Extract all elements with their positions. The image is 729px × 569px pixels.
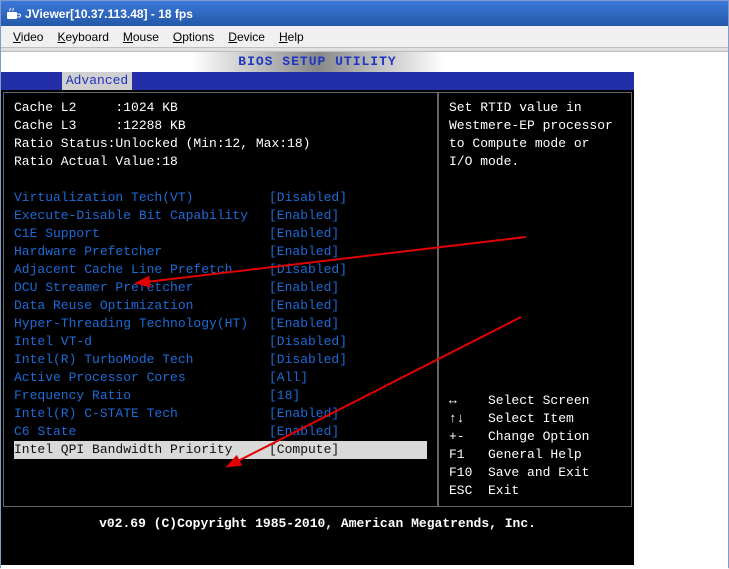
setting-value: [All] — [269, 369, 308, 387]
setting-value: [Enabled] — [269, 279, 339, 297]
setting-label: Virtualization Tech(VT) — [14, 189, 269, 207]
setting-value: [Compute] — [269, 441, 339, 459]
setting-row[interactable]: Frequency Ratio[18] — [14, 387, 427, 405]
setting-label: Adjacent Cache Line Prefetch — [14, 261, 269, 279]
setting-value: [Enabled] — [269, 423, 339, 441]
tab-advanced[interactable]: Advanced — [62, 72, 132, 90]
menu-bar: Video Keyboard Mouse Options Device Help — [1, 26, 728, 48]
bios-title: BIOS SETUP UTILITY — [1, 52, 634, 72]
setting-row[interactable]: DCU Streamer Prefetcher[Enabled] — [14, 279, 427, 297]
setting-value: [Enabled] — [269, 225, 339, 243]
setting-value: [Disabled] — [269, 189, 347, 207]
setting-label: Hardware Prefetcher — [14, 243, 269, 261]
setting-row[interactable]: Hardware Prefetcher[Enabled] — [14, 243, 427, 261]
bios-tabs[interactable]: Main Advanced — [1, 72, 634, 90]
setting-value: [Enabled] — [269, 243, 339, 261]
setting-label: Intel QPI Bandwidth Priority — [14, 441, 269, 459]
setting-value: [Disabled] — [269, 261, 347, 279]
setting-row[interactable]: Execute-Disable Bit Capability[Enabled] — [14, 207, 427, 225]
setting-row[interactable]: Hyper-Threading Technology(HT)[Enabled] — [14, 315, 427, 333]
setting-label: Data Reuse Optimization — [14, 297, 269, 315]
menu-help[interactable]: Help — [273, 29, 310, 45]
setting-row[interactable]: Virtualization Tech(VT)[Disabled] — [14, 189, 427, 207]
setting-label: Active Processor Cores — [14, 369, 269, 387]
window-titlebar: JViewer[10.37.113.48] - 18 fps — [1, 1, 728, 26]
nav-select-item: ↑↓ Select Item — [449, 410, 621, 428]
bios-footer: v02.69 (C)Copyright 1985-2010, American … — [1, 509, 634, 539]
setting-label: Intel VT-d — [14, 333, 269, 351]
help-line: Set RTID value in — [449, 99, 621, 117]
setting-label: C1E Support — [14, 225, 269, 243]
setting-row[interactable]: Intel(R) C-STATE Tech[Enabled] — [14, 405, 427, 423]
setting-row[interactable]: Adjacent Cache Line Prefetch[Disabled] — [14, 261, 427, 279]
setting-row[interactable]: Data Reuse Optimization[Enabled] — [14, 297, 427, 315]
setting-value: [Enabled] — [269, 315, 339, 333]
help-line: I/O mode. — [449, 153, 621, 171]
bios-left-pane: Cache L2 :1024 KB Cache L3 :12288 KB Rat… — [4, 93, 439, 506]
help-line: Westmere-EP processor — [449, 117, 621, 135]
setting-row[interactable]: Active Processor Cores[All] — [14, 369, 427, 387]
setting-label: Execute-Disable Bit Capability — [14, 207, 269, 225]
nav-general-help: F1 General Help — [449, 446, 621, 464]
setting-row[interactable]: Intel VT-d[Disabled] — [14, 333, 427, 351]
setting-label: C6 State — [14, 423, 269, 441]
info-cache-l3: Cache L3 :12288 KB — [14, 117, 427, 135]
bios-screen: BIOS SETUP UTILITY Main Advanced Cache L… — [1, 52, 634, 565]
nav-change-option: +- Change Option — [449, 428, 621, 446]
info-ratio-actual: Ratio Actual Value:18 — [14, 153, 427, 171]
setting-value: [18] — [269, 387, 300, 405]
setting-label: DCU Streamer Prefetcher — [14, 279, 269, 297]
setting-label: Hyper-Threading Technology(HT) — [14, 315, 269, 333]
menu-options[interactable]: Options — [167, 29, 220, 45]
setting-value: [Enabled] — [269, 297, 339, 315]
nav-exit: ESC Exit — [449, 482, 621, 500]
nav-select-screen: ↔ Select Screen — [449, 392, 621, 410]
nav-save-exit: F10 Save and Exit — [449, 464, 621, 482]
menu-keyboard[interactable]: Keyboard — [51, 29, 114, 45]
bios-right-pane: Set RTID value in Westmere-EP processor … — [439, 93, 631, 506]
java-icon — [5, 6, 21, 22]
setting-value: [Disabled] — [269, 333, 347, 351]
setting-label: Frequency Ratio — [14, 387, 269, 405]
help-line: to Compute mode or — [449, 135, 621, 153]
menu-video[interactable]: Video — [7, 29, 49, 45]
window-title: JViewer[10.37.113.48] - 18 fps — [25, 7, 193, 21]
setting-value: [Enabled] — [269, 207, 339, 225]
setting-row[interactable]: C1E Support[Enabled] — [14, 225, 427, 243]
setting-row[interactable]: Intel(R) TurboMode Tech[Disabled] — [14, 351, 427, 369]
setting-value: [Enabled] — [269, 405, 339, 423]
setting-label: Intel(R) C-STATE Tech — [14, 405, 269, 423]
setting-label: Intel(R) TurboMode Tech — [14, 351, 269, 369]
setting-row[interactable]: C6 State[Enabled] — [14, 423, 427, 441]
menu-mouse[interactable]: Mouse — [117, 29, 165, 45]
setting-value: [Disabled] — [269, 351, 347, 369]
setting-row[interactable]: Intel QPI Bandwidth Priority[Compute] — [14, 441, 427, 459]
menu-device[interactable]: Device — [222, 29, 271, 45]
info-ratio-status: Ratio Status:Unlocked (Min:12, Max:18) — [14, 135, 427, 153]
info-cache-l2: Cache L2 :1024 KB — [14, 99, 427, 117]
